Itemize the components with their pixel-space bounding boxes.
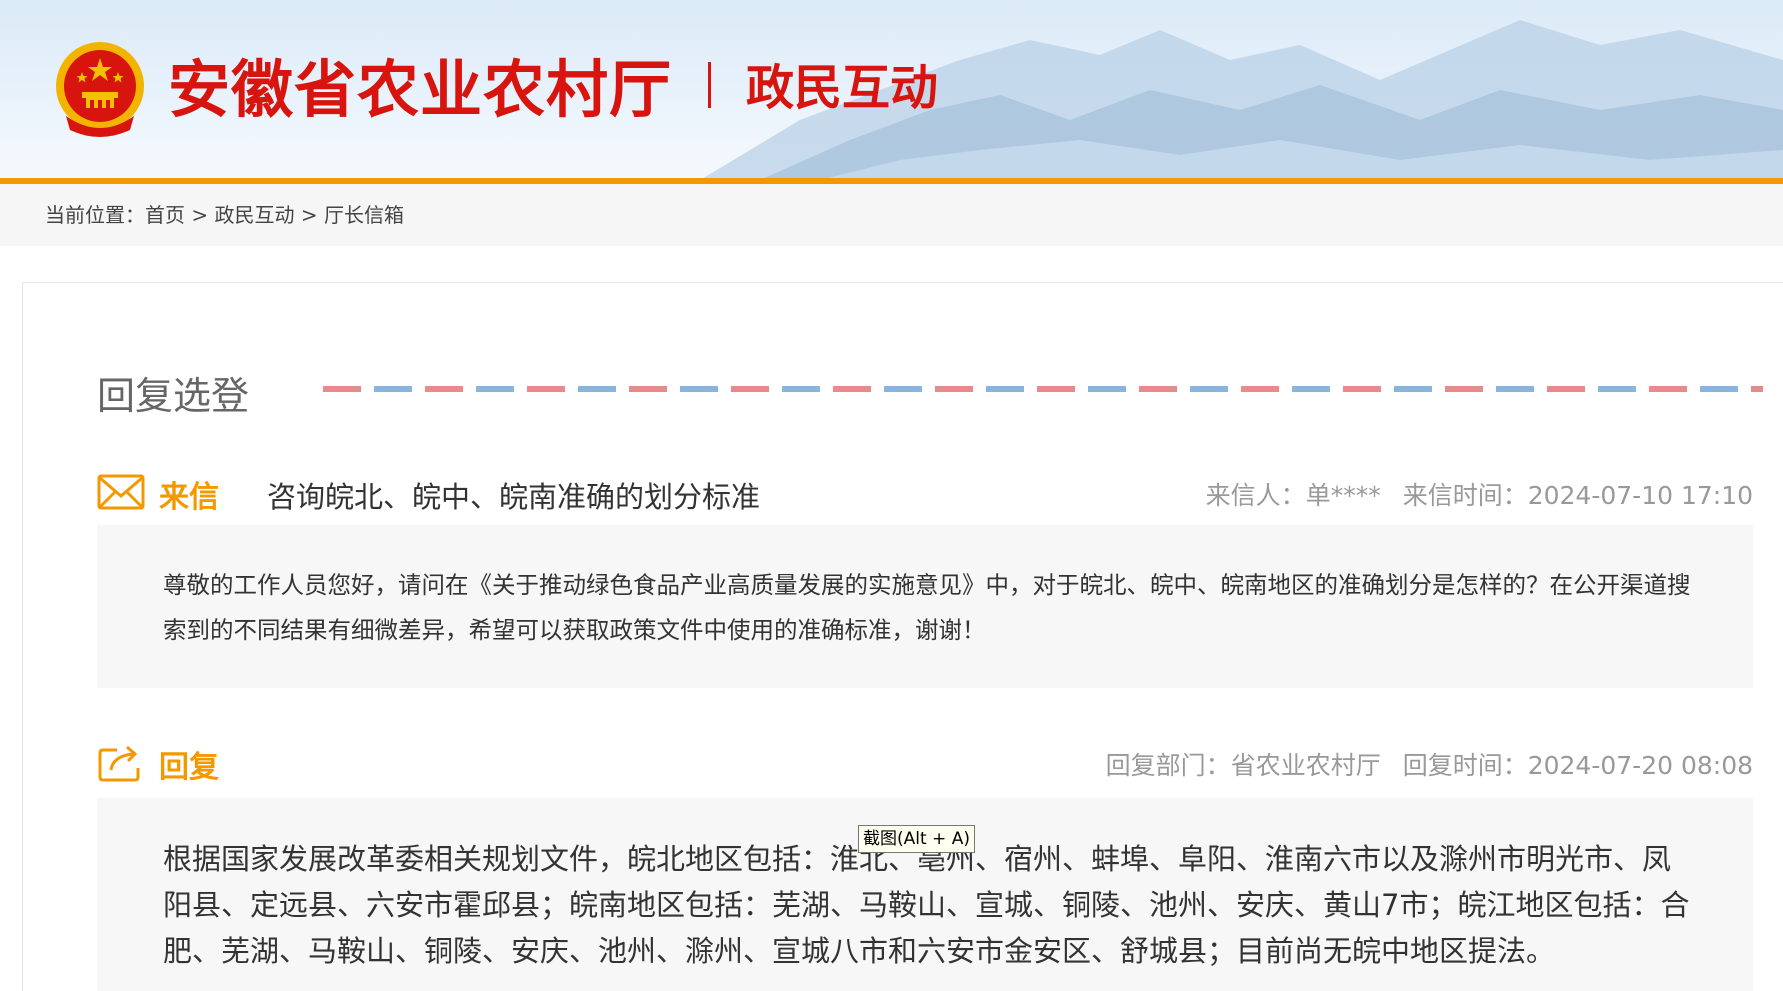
- airmail-dash: [1649, 386, 1687, 392]
- breadcrumb-separator: >: [185, 203, 215, 227]
- airmail-dash: [1751, 386, 1763, 392]
- airmail-dash: [1241, 386, 1279, 392]
- airmail-dash: [323, 386, 361, 392]
- airmail-dash: [1292, 386, 1330, 392]
- airmail-dash: [578, 386, 616, 392]
- reply-label: 回复: [159, 750, 219, 785]
- airmail-dash: [680, 386, 718, 392]
- reply-body: 根据国家发展改革委相关规划文件，皖北地区包括：淮北、亳州、宿州、蚌埠、阜阳、淮南…: [163, 842, 1690, 968]
- reply-header: 回复 回复部门：省农业农村厅 回复时间：2024-07-20 08:08: [97, 738, 1753, 788]
- letter-meta: 来信人：单**** 来信时间：2024-07-10 17:10: [1206, 476, 1753, 512]
- envelope-icon: [97, 474, 145, 510]
- airmail-dash: [629, 386, 667, 392]
- airmail-dash: [1394, 386, 1432, 392]
- panel-heading: 回复选登: [97, 374, 250, 418]
- breadcrumb: 当前位置：首页 > 政民互动 > 厅长信箱: [0, 184, 1783, 246]
- airmail-dash: [884, 386, 922, 392]
- letter-time-label: 来信时间：: [1402, 481, 1528, 510]
- airmail-dash: [374, 386, 412, 392]
- airmail-dash: [833, 386, 871, 392]
- breadcrumb-mailbox-link[interactable]: 厅长信箱: [324, 203, 404, 227]
- airmail-dash: [782, 386, 820, 392]
- letter-subject: 咨询皖北、皖中、皖南准确的划分标准: [267, 480, 761, 514]
- airmail-dash: [1139, 386, 1177, 392]
- airmail-dash: [1343, 386, 1381, 392]
- reply-panel: 回复选登 来信 咨询皖北、皖中、皖南准确的划分标准 来信人：单**** 来信时间：…: [22, 282, 1783, 991]
- airmail-dash: [1445, 386, 1483, 392]
- airmail-divider: [323, 386, 1763, 392]
- site-title: 安徽省农业农村厅: [168, 53, 673, 126]
- title-divider: [708, 62, 711, 108]
- letter-body: 尊敬的工作人员您好，请问在《关于推动绿色食品产业高质量发展的实施意见》中，对于皖…: [163, 571, 1691, 644]
- national-emblem-icon: [56, 42, 144, 137]
- airmail-dash: [731, 386, 769, 392]
- airmail-dash: [476, 386, 514, 392]
- airmail-dash: [527, 386, 565, 392]
- airmail-dash: [1700, 386, 1738, 392]
- breadcrumb-separator: >: [294, 203, 324, 227]
- airmail-dash: [1190, 386, 1228, 392]
- letter-header: 来信 咨询皖北、皖中、皖南准确的划分标准 来信人：单**** 来信时间：2024-…: [97, 468, 1753, 518]
- sender-value: 单****: [1305, 481, 1381, 510]
- airmail-dash: [1598, 386, 1636, 392]
- reply-meta: 回复部门：省农业农村厅 回复时间：2024-07-20 08:08: [1106, 746, 1753, 782]
- letter-time-value: 2024-07-10 17:10: [1527, 481, 1753, 510]
- airmail-dash: [425, 386, 463, 392]
- reply-time-label: 回复时间：: [1402, 751, 1528, 780]
- sender-label: 来信人：: [1205, 481, 1306, 510]
- reply-dept-label: 回复部门：: [1105, 751, 1231, 780]
- airmail-dash: [1547, 386, 1585, 392]
- reply-dept-value: 省农业农村厅: [1230, 751, 1381, 780]
- airmail-dash: [935, 386, 973, 392]
- reply-time-value: 2024-07-20 08:08: [1527, 751, 1753, 780]
- letter-label: 来信: [159, 480, 219, 515]
- share-reply-icon: [98, 745, 140, 782]
- airmail-dash: [1088, 386, 1126, 392]
- breadcrumb-interaction-link[interactable]: 政民互动: [214, 203, 294, 227]
- section-title: 政民互动: [746, 60, 939, 116]
- airmail-dash: [986, 386, 1024, 392]
- header-banner: 安徽省农业农村厅 政民互动: [0, 0, 1783, 180]
- letter-content-box: 尊敬的工作人员您好，请问在《关于推动绿色食品产业高质量发展的实施意见》中，对于皖…: [97, 525, 1753, 688]
- breadcrumb-prefix: 当前位置：: [45, 203, 145, 227]
- breadcrumb-home-link[interactable]: 首页: [145, 203, 185, 227]
- airmail-dash: [1037, 386, 1075, 392]
- screenshot-tooltip: 截图(Alt + A): [858, 825, 975, 853]
- airmail-dash: [1496, 386, 1534, 392]
